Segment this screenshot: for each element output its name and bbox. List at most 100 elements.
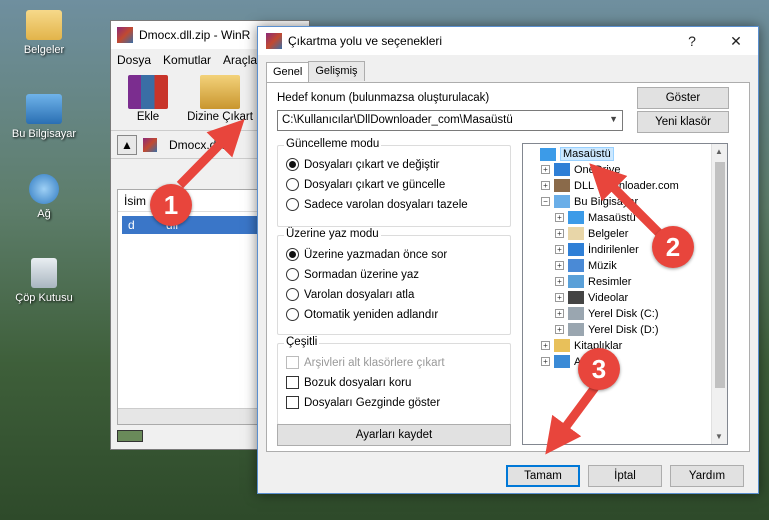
expand-icon[interactable]: + [541,357,550,366]
up-folder-button[interactable]: ▲ [117,134,137,155]
recycle-bin-icon [31,258,57,288]
expand-icon[interactable]: + [555,245,564,254]
menu-commands[interactable]: Komutlar [163,53,211,67]
radio-button[interactable] [286,248,299,261]
close-icon[interactable]: ✕ [714,27,758,55]
tree-node-label: DLL Downloader.com [574,179,679,192]
desktop-icon-label: Çöp Kutusu [15,292,73,304]
cancel-button[interactable]: İptal [588,465,662,487]
tree-node-label: Videolar [588,291,629,304]
misc-group: Çeşitli Arşivleri alt klasörlere çıkart … [277,336,511,425]
checkbox [286,356,299,369]
expand-icon[interactable]: + [555,261,564,270]
extract-to-button-label: Dizine Çıkart [187,111,253,123]
library-icon [554,339,570,352]
scroll-up-icon[interactable]: ▲ [715,147,723,156]
desktop-icon [540,147,556,161]
misc-option-show-in-explorer[interactable]: Dosyaları Gezginde göster [286,396,440,409]
option-label: Otomatik yeniden adlandır [304,308,439,321]
tree-node-label: Resimler [588,275,632,288]
tree-node[interactable]: + Müzik [555,259,617,272]
new-folder-button[interactable]: Yeni klasör [637,111,729,133]
dialog-titlebar[interactable]: Çıkartma yolu ve seçenekleri ? ✕ [258,27,758,55]
destination-path-combobox[interactable]: C:\Kullanıcılar\DllDownloader_com\Masaüs… [277,110,623,131]
radio-button[interactable] [286,178,299,191]
misc-option-keep-broken[interactable]: Bozuk dosyaları koru [286,376,411,389]
overwrite-option-rename[interactable]: Otomatik yeniden adlandır [286,308,438,321]
desktop-icon-network[interactable]: Ağ [4,174,84,220]
cloud-icon [554,163,570,176]
tree-node[interactable]: + Masaüstü [555,211,636,224]
drive-icon [117,430,143,442]
tree-node[interactable]: + Kitaplıklar [541,339,622,352]
update-mode-option-replace[interactable]: Dosyaları çıkart ve değiştir [286,158,440,171]
ok-button[interactable]: Tamam [506,465,580,487]
desktop-icon [568,211,584,224]
desktop-icon-label: Belgeler [23,44,65,56]
show-button[interactable]: Göster [637,87,729,109]
menu-tools[interactable]: Araçla [223,53,257,67]
scroll-down-icon[interactable]: ▼ [715,432,723,441]
scroll-thumb[interactable] [715,162,725,388]
menu-file[interactable]: Dosya [117,53,151,67]
tree-node[interactable]: + DLL Downloader.com [541,179,679,192]
tree-node[interactable]: + Resimler [555,275,631,288]
add-button-label: Ekle [136,111,160,123]
vertical-scrollbar[interactable]: ▲ ▼ [711,144,727,444]
expand-icon[interactable]: + [555,325,564,334]
overwrite-option-skip[interactable]: Varolan dosyaları atla [286,288,414,301]
expand-icon[interactable]: + [555,293,564,302]
tree-node-label: OneDrive [574,163,621,176]
checkbox[interactable] [286,376,299,389]
option-label: Üzerine yazmadan önce sor [304,248,448,261]
add-button[interactable]: Ekle [119,75,177,126]
checkbox[interactable] [286,396,299,409]
tree-node[interactable]: + İndirilenler [555,243,639,256]
tree-node[interactable]: Masaüstü [527,147,614,161]
radio-button[interactable] [286,268,299,281]
expand-icon[interactable]: + [555,229,564,238]
radio-button[interactable] [286,158,299,171]
extract-to-button[interactable]: Dizine Çıkart [185,75,255,126]
save-settings-button[interactable]: Ayarları kaydet [277,424,511,446]
overwrite-option-without-asking[interactable]: Sormadan üzerine yaz [286,268,419,281]
update-mode-option-update[interactable]: Dosyaları çıkart ve güncelle [286,178,445,191]
expand-icon[interactable]: + [555,309,564,318]
desktop-icon-this-pc[interactable]: Bu Bilgisayar [4,94,84,140]
option-label: Varolan dosyaları atla [304,288,415,301]
tree-node[interactable]: + Belgeler [555,227,628,240]
expand-icon[interactable]: + [555,277,564,286]
radio-button[interactable] [286,198,299,211]
update-mode-option-freshen[interactable]: Sadece varolan dosyaları tazele [286,198,468,211]
tab-advanced[interactable]: Gelişmiş [308,61,365,81]
tree-node[interactable]: + OneDrive [541,163,620,176]
destination-label: Hedef konum (bulunmazsa oluşturulacak) [277,92,490,104]
tree-node[interactable]: − Bu Bilgisayar [541,195,638,208]
expand-icon[interactable]: + [541,341,550,350]
computer-icon [26,94,62,124]
expand-icon[interactable]: + [555,213,564,222]
dialog-title: Çıkartma yolu ve seçenekleri [288,34,443,48]
overwrite-option-ask[interactable]: Üzerine yazmadan önce sor [286,248,447,261]
desktop-icon-documents[interactable]: Belgeler [4,10,84,56]
misc-title: Çeşitli [284,336,320,348]
help-title-button[interactable]: ? [670,27,714,55]
step-marker-2: 2 [652,226,694,268]
tree-node-label: Masaüstü [588,211,636,224]
collapse-icon[interactable]: − [541,197,550,206]
radio-button[interactable] [286,288,299,301]
radio-button[interactable] [286,308,299,321]
tree-node-label: Bu Bilgisayar [574,195,639,208]
tree-node[interactable]: + Yerel Disk (D:) [555,323,659,336]
expand-icon[interactable]: + [541,165,550,174]
tree-node[interactable]: + Yerel Disk (C:) [555,307,659,320]
expand-icon[interactable]: + [541,181,550,190]
help-button[interactable]: Yardım [670,465,744,487]
folder-tree[interactable]: Masaüstü + OneDrive + DLL Downloader.com − Bu … [522,143,728,445]
chevron-down-icon[interactable]: ▼ [609,114,618,124]
desktop-icon-recycle-bin[interactable]: Çöp Kutusu [4,258,84,304]
destination-path-value: C:\Kullanıcılar\DllDownloader_com\Masaüs… [282,114,513,126]
tab-general[interactable]: Genel [266,62,310,82]
tree-node[interactable]: + Videolar [555,291,628,304]
winrar-app-icon [117,27,133,43]
